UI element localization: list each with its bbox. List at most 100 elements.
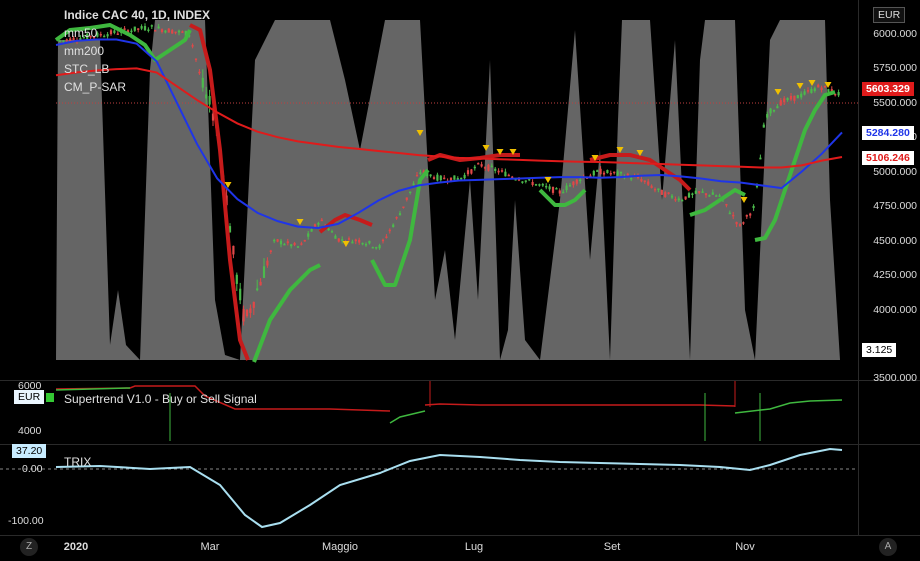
candle-body — [405, 197, 408, 200]
candle-body — [813, 88, 816, 91]
supertrend-tick: 6000 — [18, 380, 42, 392]
candle-body — [793, 95, 796, 101]
candle-body — [412, 183, 415, 186]
candle-body — [670, 195, 674, 198]
mm50-value-label: 5284.280 — [862, 126, 914, 140]
candle-body — [789, 95, 793, 100]
price-tick: 3500.000 — [873, 372, 917, 384]
candle-body — [361, 242, 364, 245]
candle-body — [558, 190, 561, 194]
candle-body — [497, 170, 500, 173]
candle-body — [691, 193, 694, 196]
candle-body — [609, 173, 612, 175]
trix-tick: -100.00 — [8, 515, 44, 527]
candle-body — [551, 186, 555, 193]
price-tick: 6000.000 — [873, 28, 917, 40]
price-axis[interactable]: EUR 6000.000 5750.000 5500.000 5250.000 … — [858, 0, 920, 535]
trix-line — [55, 447, 843, 529]
chart-legend: Indice CAC 40, 1D, INDEX mm50 mm200 STC_… — [64, 6, 210, 96]
candle-body — [490, 165, 493, 168]
candle-body — [548, 186, 551, 190]
candle-body — [419, 172, 422, 174]
candle-body — [708, 195, 711, 197]
legend-mm200[interactable]: mm200 — [64, 42, 210, 60]
legend-stc[interactable]: STC_LB — [64, 60, 210, 78]
candle-body — [664, 192, 667, 197]
candle-body — [681, 199, 684, 202]
candle-body — [320, 219, 323, 222]
candle-body — [245, 309, 249, 317]
zoom-button[interactable]: Z — [20, 538, 38, 556]
candle-body — [766, 114, 769, 118]
candle-body — [276, 239, 279, 242]
candle-body — [436, 174, 439, 181]
candle-body — [208, 95, 211, 105]
candle-body — [800, 93, 803, 98]
candle-body — [596, 170, 599, 172]
candle-body — [378, 245, 381, 249]
time-axis[interactable] — [0, 535, 920, 561]
candle-body — [392, 224, 395, 228]
time-label: 2020 — [63, 541, 89, 553]
candle-body — [647, 181, 650, 185]
candle-body — [806, 90, 810, 92]
candle-body — [463, 174, 466, 179]
time-label: Nov — [735, 541, 755, 553]
candle-body — [259, 281, 262, 286]
candle-body — [698, 191, 701, 193]
candle-body — [531, 181, 534, 186]
candle-body — [300, 243, 303, 245]
candle-body — [402, 206, 405, 208]
candle-body — [439, 175, 442, 181]
candle-body — [541, 184, 544, 186]
candle-body — [470, 169, 473, 174]
candle-body — [375, 247, 378, 249]
price-tick: 4000.000 — [873, 304, 917, 316]
candle-body — [837, 92, 840, 96]
candle-body — [466, 170, 470, 175]
candle-body — [725, 204, 728, 206]
candle-body — [779, 100, 782, 106]
candle-body — [745, 214, 748, 217]
candle-body — [820, 87, 823, 90]
candle-body — [317, 222, 320, 225]
candle-body — [415, 174, 419, 177]
candle-body — [545, 185, 548, 188]
candle-body — [252, 302, 255, 308]
symbol-title[interactable]: Indice CAC 40, 1D, INDEX — [64, 6, 210, 24]
candle-body — [616, 171, 619, 176]
candle-body — [728, 212, 731, 215]
candle-body — [507, 174, 510, 177]
candle-body — [398, 213, 402, 216]
candle-body — [290, 244, 293, 247]
candle-body — [592, 170, 595, 176]
currency-button[interactable]: EUR — [873, 7, 906, 23]
candle-body — [701, 191, 704, 193]
candle-body — [606, 170, 609, 174]
price-tick: 5500.000 — [873, 97, 917, 109]
candle-body — [453, 175, 456, 180]
candle-body — [334, 235, 337, 239]
candle-body — [504, 171, 507, 177]
candle-body — [772, 110, 776, 112]
candle-body — [715, 195, 718, 197]
candle-body — [354, 239, 357, 242]
candle-body — [249, 308, 252, 313]
candle-body — [477, 163, 480, 165]
candle-body — [242, 308, 245, 322]
auto-scale-button[interactable]: A — [879, 538, 897, 556]
trix-pane[interactable] — [0, 445, 858, 535]
candle-body — [667, 192, 670, 194]
legend-mm50[interactable]: mm50 — [64, 24, 210, 42]
candle-body — [58, 40, 62, 43]
candle-body — [575, 179, 578, 184]
supertrend-bear-line — [424, 403, 736, 407]
candle-body — [687, 193, 691, 198]
candle-body — [494, 168, 497, 171]
supertrend-currency-badge[interactable]: EUR — [14, 390, 45, 404]
candle-body — [473, 166, 476, 169]
legend-psar[interactable]: CM_P-SAR — [64, 78, 210, 96]
candle-body — [500, 170, 504, 172]
candle-body — [711, 192, 714, 195]
candle-body — [296, 246, 300, 248]
